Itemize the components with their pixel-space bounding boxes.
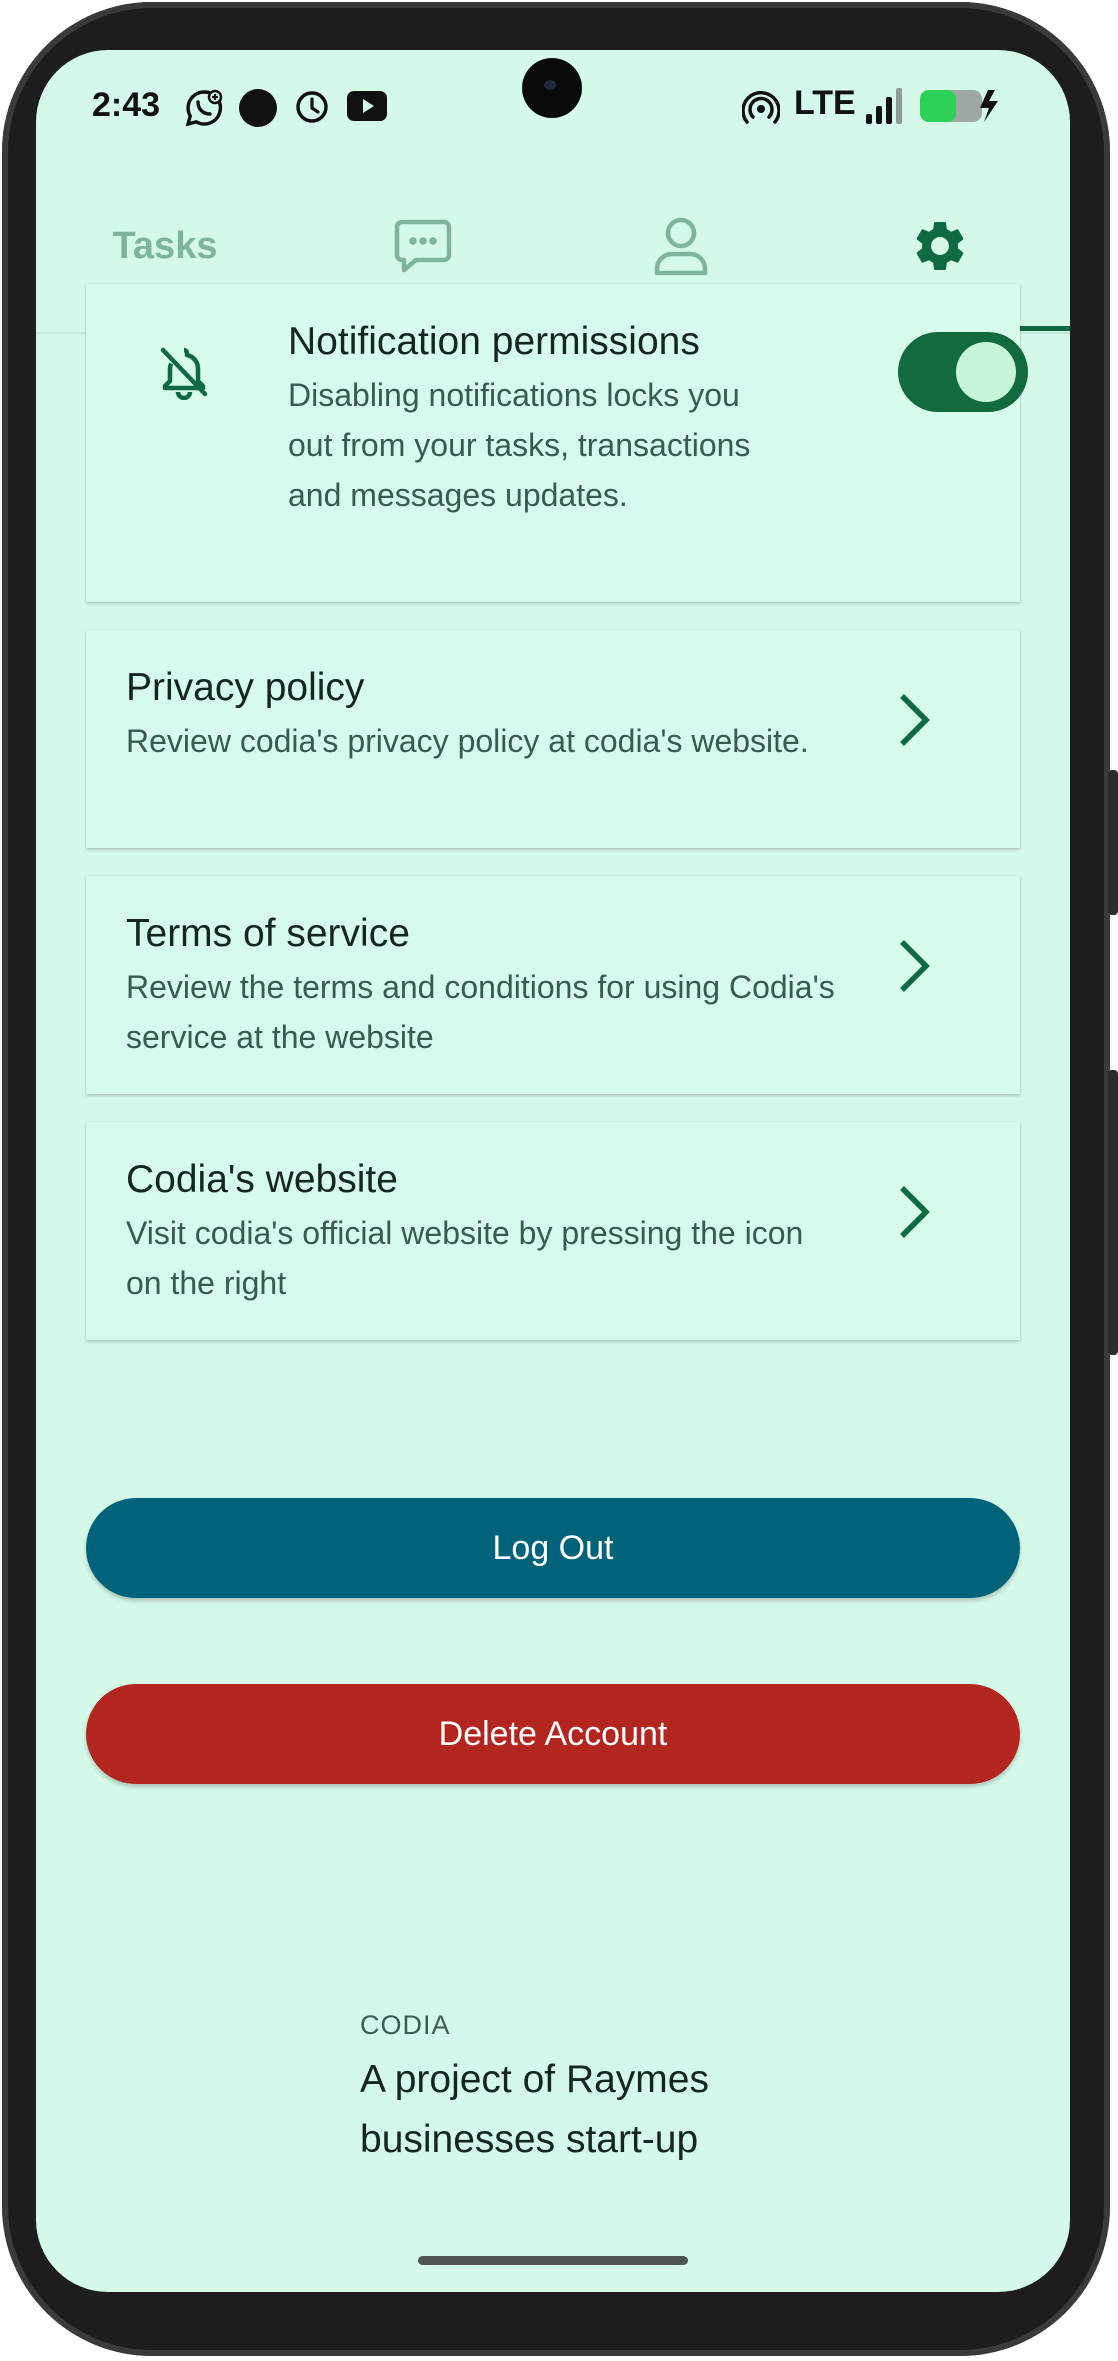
footer-tagline: A project of Raymes businesses start-up [360,2058,709,2161]
volume-button [1108,770,1118,915]
chevron-right-icon[interactable] [896,1184,932,1240]
chevron-right-icon[interactable] [896,938,932,994]
network-type: LTE [794,84,856,122]
status-bar: 2:43 LTE [36,50,1070,160]
hotspot-icon [742,91,780,124]
log-out-button[interactable]: Log Out [86,1498,1020,1598]
chat-bubble-icon [394,219,452,273]
codia-website-title: Codia's website [126,1158,398,1201]
tab-tasks-label: Tasks [112,224,218,267]
device-frame: 2:43 LTE Tasks Notification permissions … [0,0,1118,2361]
front-camera [522,58,582,118]
notifications-off-icon [160,347,208,400]
power-button [1108,1070,1118,1355]
delete-account-button[interactable]: Delete Account [86,1684,1020,1784]
screen: 2:43 LTE Tasks Notification permissions … [36,50,1070,2292]
whatsapp-icon [185,89,223,127]
notification-permissions-title: Notification permissions [288,320,700,363]
terms-of-service-description: Review the terms and conditions for usin… [126,969,835,1055]
notification-permissions-description: Disabling notifications locks you out fr… [288,377,751,513]
footer-brand: CODIA [360,2010,451,2040]
record-dot-icon [239,89,277,127]
codia-website-card[interactable]: Codia's website Visit codia's official w… [86,1122,1020,1340]
terms-of-service-card[interactable]: Terms of service Review the terms and co… [86,876,1020,1094]
youtube-icon [347,91,387,121]
signal-icon [866,88,902,124]
gear-icon [916,222,964,270]
privacy-policy-title: Privacy policy [126,666,365,709]
toggle-knob [956,342,1016,402]
terms-of-service-title: Terms of service [126,912,410,955]
notification-permissions-card: Notification permissions Disabling notif… [86,284,1028,602]
battery-charging-icon [920,90,998,122]
privacy-policy-card[interactable]: Privacy policy Review codia's privacy po… [86,630,1020,848]
status-time: 2:43 [92,86,161,124]
person-icon [654,217,708,276]
chevron-right-icon[interactable] [896,692,932,748]
alarm-icon [296,91,328,123]
home-indicator[interactable] [418,2256,688,2265]
codia-website-description: Visit codia's official website by pressi… [126,1215,804,1301]
notifications-toggle[interactable] [898,332,1028,412]
privacy-policy-description: Review codia's privacy policy at codia's… [126,723,809,759]
